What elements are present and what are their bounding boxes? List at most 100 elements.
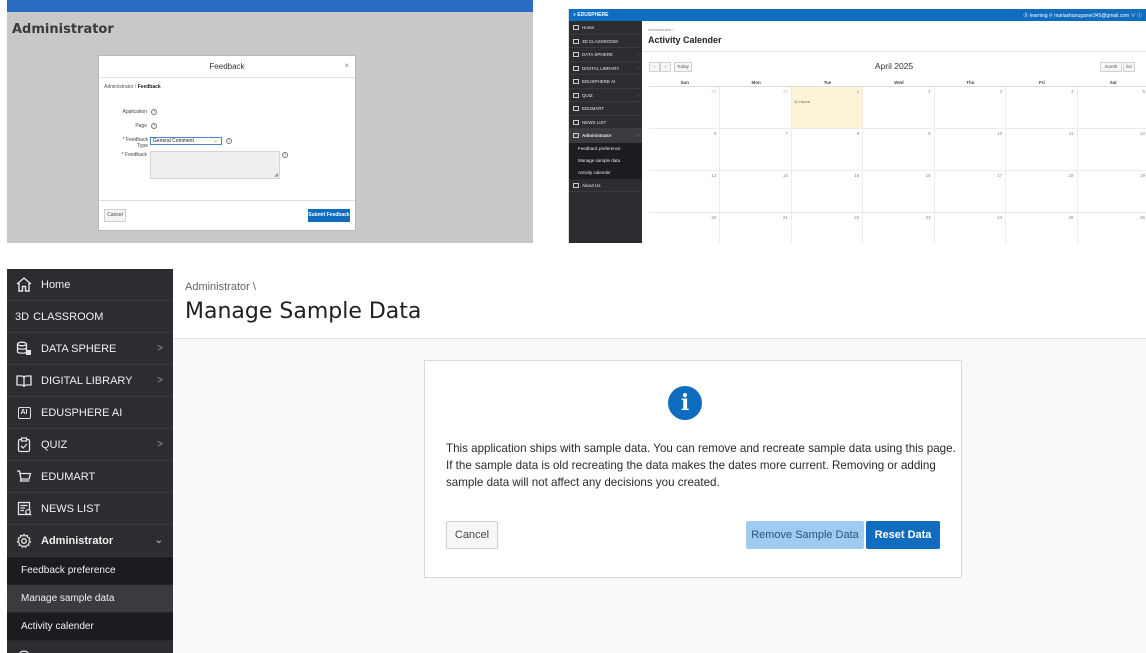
sidebar-item[interactable]: EDUSPHERE AI: [569, 75, 642, 89]
remove-sample-data-button[interactable]: Remove Sample Data: [746, 521, 864, 549]
sidebar-item[interactable]: Feedback preference: [569, 142, 642, 155]
calendar-day[interactable]: 19: [1077, 171, 1146, 213]
feedback-type-row: * Feedback Type General Comment ⌄ ?: [115, 137, 245, 149]
calendar-day[interactable]: 1 11 Hours: [791, 87, 864, 129]
submit-feedback-button[interactable]: Submit Feedback: [308, 209, 350, 222]
chevron-right-icon: ›: [637, 133, 640, 138]
sidebar-item-administrator[interactable]: Administrator ⌄: [7, 525, 173, 557]
help-icon[interactable]: ?: [151, 123, 157, 129]
cancel-button[interactable]: Cancel: [446, 521, 498, 549]
sidebar-item[interactable]: Home: [569, 21, 642, 35]
help-icon[interactable]: ?: [226, 138, 232, 144]
sidebar-item-label: CLASSROOM: [33, 310, 104, 323]
calendar-day[interactable]: 13: [649, 171, 721, 213]
feedback-type-select[interactable]: General Comment ⌄: [150, 137, 222, 145]
sidebar-item-quiz[interactable]: QUIZ >: [7, 429, 173, 461]
calendar-event[interactable]: 11 Hours: [794, 99, 810, 104]
weekday-label: Sat: [1109, 80, 1117, 85]
reset-data-button[interactable]: Reset Data: [866, 521, 940, 549]
sidebar-item-label: QUIZ: [582, 92, 593, 98]
calendar-day[interactable]: 6: [649, 129, 721, 171]
calendar-day[interactable]: 25: [1006, 213, 1078, 243]
day-number: 26: [1139, 215, 1145, 220]
sidebar-item[interactable]: DATA SPHERE ›: [569, 48, 642, 62]
calendar-day[interactable]: 30: [649, 87, 721, 129]
ai-icon: AI: [15, 406, 33, 419]
resize-grip-icon[interactable]: ◢: [274, 172, 278, 178]
day-number: 4: [1071, 89, 1074, 94]
calendar-day[interactable]: 16: [863, 171, 935, 213]
sidebar-item-label: QUIZ: [41, 438, 68, 451]
help-icon[interactable]: ?: [282, 152, 288, 158]
calendar-day[interactable]: 5: [1077, 87, 1146, 129]
help-icon[interactable]: ?: [151, 109, 157, 115]
sidebar-item-label: DATA SPHERE: [582, 52, 613, 57]
breadcrumb-parent[interactable]: Administrator: [104, 84, 133, 90]
nav-icon: [573, 106, 579, 112]
sidebar-item-edusphere-ai[interactable]: AI EDUSPHERE AI: [7, 397, 173, 429]
calendar-day[interactable]: 17: [934, 171, 1007, 213]
calendar-week: 13 14 15 16 17 18 19: [649, 171, 1146, 213]
sidebar-item[interactable]: About Us: [569, 179, 642, 192]
month-view-button[interactable]: month: [1100, 62, 1122, 72]
sidebar-item[interactable]: NEWS LIST: [569, 116, 642, 129]
breadcrumb[interactable]: Administrator \: [648, 27, 674, 32]
page-row: Page ?: [99, 123, 199, 131]
page-title: Administrator: [12, 22, 114, 37]
sidebar-item-classroom[interactable]: 3D CLASSROOM: [7, 301, 173, 333]
calendar-day[interactable]: 24: [935, 213, 1007, 243]
sidebar-item-home[interactable]: Home: [7, 269, 173, 301]
day-number: 25: [1068, 215, 1074, 220]
sidebar-item[interactable]: Manage sample data: [569, 154, 642, 167]
calendar-day[interactable]: 31: [720, 87, 792, 129]
sidebar-item-about-us[interactable]: [7, 641, 173, 653]
day-number: 8: [856, 131, 860, 136]
close-icon[interactable]: ×: [344, 61, 349, 70]
sidebar-item-edumart[interactable]: EDUMART: [7, 461, 173, 493]
calendar-day[interactable]: 11: [1006, 129, 1078, 171]
calendar-day[interactable]: 2: [863, 87, 935, 129]
sidebar-item-label: DIGITAL LIBRARY: [41, 374, 133, 387]
list-view-button[interactable]: list: [1123, 62, 1135, 72]
sidebar-item[interactable]: 3D CLASSROOM: [569, 35, 642, 48]
sidebar-item[interactable]: Administrator ›: [569, 129, 642, 143]
calendar-day[interactable]: 4: [1006, 87, 1078, 129]
calendar-day[interactable]: 18: [1006, 171, 1078, 213]
book-icon: [15, 374, 33, 388]
cancel-button[interactable]: Cancel: [104, 209, 126, 222]
calendar-day[interactable]: 15: [791, 171, 864, 213]
calendar-day[interactable]: 21: [720, 213, 792, 243]
day-number: 22: [854, 215, 860, 220]
sidebar-item-manage-sample-data[interactable]: Manage sample data: [7, 585, 173, 613]
calendar-day[interactable]: 8: [791, 129, 864, 171]
calendar-day[interactable]: 10: [934, 129, 1007, 171]
calendar-day[interactable]: 20: [649, 213, 721, 243]
calendar-day[interactable]: 12: [1077, 129, 1146, 171]
feedback-textarea[interactable]: ◢: [150, 151, 280, 179]
calendar-day[interactable]: 7: [720, 129, 792, 171]
sidebar-item[interactable]: EDUMART: [569, 102, 642, 116]
sidebar-item[interactable]: DIGITAL LIBRARY ›: [569, 62, 642, 75]
page-label: Page: [135, 123, 147, 129]
calendar-day[interactable]: 26: [1078, 213, 1146, 243]
calendar-day[interactable]: 14: [720, 171, 792, 213]
sidebar-item[interactable]: Activity calender: [569, 166, 642, 179]
sidebar-item-data-sphere[interactable]: DATA SPHERE >: [7, 333, 173, 365]
sidebar-item-label: DIGITAL LIBRARY: [582, 65, 620, 71]
user-menu[interactable]: ⓪ learning ⚲ mariashanuganer345@gmail.co…: [1023, 12, 1142, 19]
sidebar-item[interactable]: QUIZ ›: [569, 89, 642, 102]
calendar-day[interactable]: 3: [934, 87, 1007, 129]
chevron-right-icon: >: [157, 375, 163, 386]
dialog-title: Feedback: [209, 62, 245, 71]
sidebar-item-activity-calender[interactable]: Activity calender: [7, 613, 173, 641]
app-brand[interactable]: ≡ EDUSPHERE: [573, 12, 608, 18]
nav-icon: [573, 133, 579, 139]
sidebar-item-news-list[interactable]: NEWS LIST: [7, 493, 173, 525]
calendar-day[interactable]: 23: [863, 213, 935, 243]
calendar-day[interactable]: 22: [792, 213, 864, 243]
breadcrumb[interactable]: Administrator \: [185, 281, 256, 293]
sidebar-item-digital-library[interactable]: DIGITAL LIBRARY >: [7, 365, 173, 397]
classroom-prefix: 3D: [15, 310, 30, 323]
sidebar-item-feedback-preference[interactable]: Feedback preference: [7, 557, 173, 585]
calendar-day[interactable]: 9: [863, 129, 935, 171]
